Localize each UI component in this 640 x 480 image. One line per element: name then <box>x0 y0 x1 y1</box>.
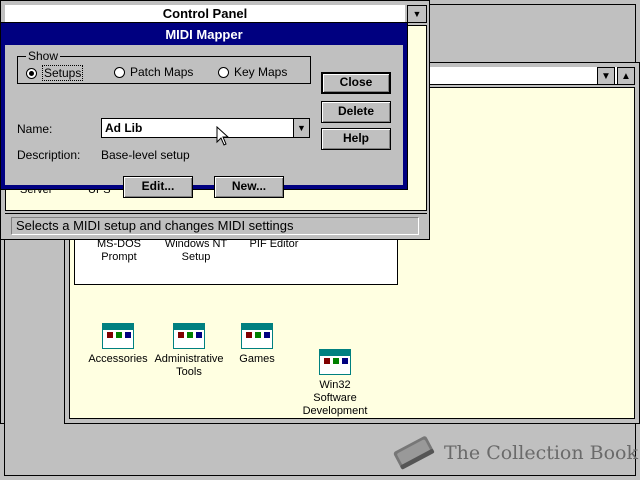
program-group-icon <box>319 349 351 375</box>
group-item-windows-nt-setup[interactable]: Windows NT Setup <box>159 238 233 264</box>
radio-patch-maps-label: Patch Maps <box>130 65 194 79</box>
chevron-down-icon[interactable]: ▼ <box>597 67 615 85</box>
description-label: Description: <box>17 148 81 162</box>
radio-key-maps-label: Key Maps <box>234 65 288 79</box>
name-combobox[interactable]: Ad Lib ▼ <box>101 118 310 138</box>
midi-mapper-body: Show Setups Patch Maps Key Maps Name: Ad… <box>5 45 403 198</box>
radio-setups[interactable]: Setups <box>26 65 84 81</box>
new-button[interactable]: New... <box>214 176 284 198</box>
group-label: Win32 Software Development <box>302 379 368 417</box>
program-group-icon <box>102 323 134 349</box>
group-icon-win32-software-development[interactable]: Win32 Software Development <box>290 349 380 418</box>
radio-unselected-icon <box>218 66 229 78</box>
status-text: Selects a MIDI setup and changes MIDI se… <box>11 217 419 235</box>
book-icon <box>393 436 435 470</box>
maximize-icon[interactable]: ▲ <box>617 67 635 85</box>
midi-mapper-title[interactable]: MIDI Mapper <box>5 25 403 44</box>
name-combobox-value: Ad Lib <box>105 121 143 135</box>
show-groupbox: Show Setups Patch Maps Key Maps <box>17 49 311 84</box>
status-bar: Selects a MIDI setup and changes MIDI se… <box>5 213 427 237</box>
minimize-icon[interactable]: ▼ <box>407 5 427 23</box>
control-panel-title[interactable]: Control Panel <box>5 5 405 23</box>
program-group-icon <box>241 323 273 349</box>
program-group-icon <box>173 323 205 349</box>
radio-key-maps[interactable]: Key Maps <box>218 65 287 79</box>
group-item-ms-dos-prompt[interactable]: MS-DOS Prompt <box>89 238 149 264</box>
radio-setups-label: Setups <box>42 65 84 81</box>
dropdown-arrow-icon[interactable]: ▼ <box>293 119 309 137</box>
radio-patch-maps[interactable]: Patch Maps <box>114 65 193 79</box>
close-button[interactable]: Close <box>321 72 391 94</box>
mouse-cursor-icon <box>216 126 230 146</box>
radio-selected-icon <box>26 67 37 79</box>
edit-button[interactable]: Edit... <box>123 176 193 198</box>
name-label: Name: <box>17 122 53 136</box>
show-groupbox-title: Show <box>26 49 61 63</box>
group-label: Games <box>239 353 275 365</box>
midi-mapper-dialog[interactable]: MIDI Mapper Show Setups Patch Maps Key M… <box>0 22 408 198</box>
delete-button[interactable]: Delete <box>321 101 391 123</box>
watermark-text: The Collection Book <box>444 442 638 464</box>
description-value: Base-level setup <box>101 148 190 162</box>
radio-unselected-icon <box>114 66 125 78</box>
help-button[interactable]: Help <box>321 128 391 150</box>
watermark: The Collection Book <box>388 430 638 476</box>
group-icon-games[interactable]: Games <box>212 323 302 366</box>
